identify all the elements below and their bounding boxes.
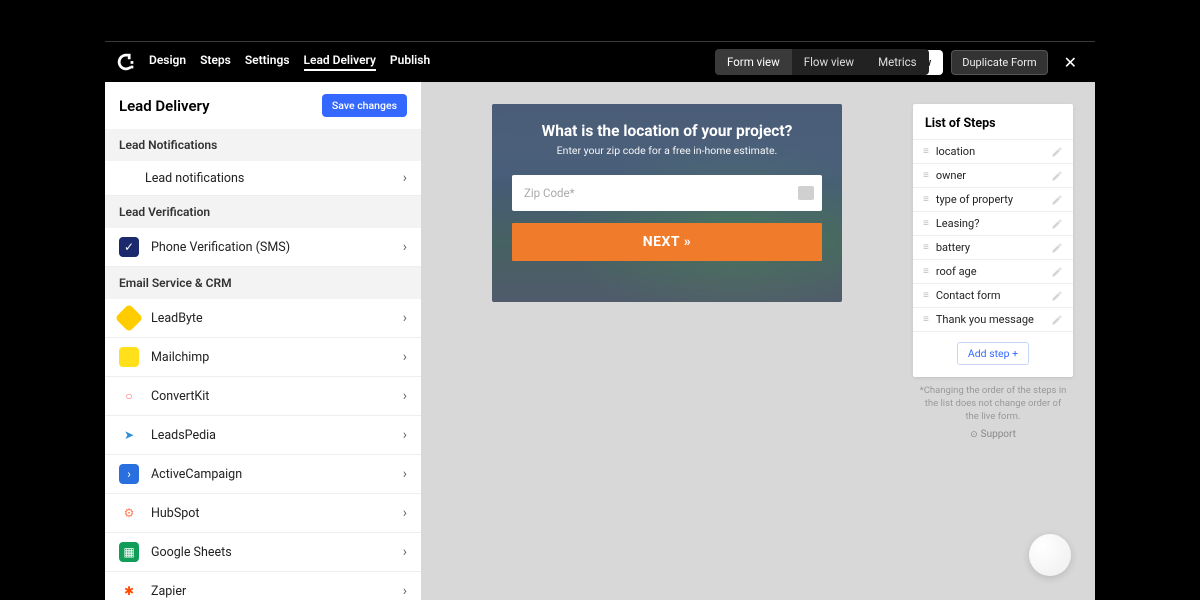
integration-zapier[interactable]: ✱Zapier›	[105, 572, 421, 600]
row-phone-verification[interactable]: ✓ Phone Verification (SMS) ›	[105, 228, 421, 267]
edit-icon[interactable]	[1051, 314, 1063, 326]
chevron-right-icon: ›	[403, 505, 407, 521]
edit-icon[interactable]	[1051, 290, 1063, 302]
chevron-right-icon: ›	[403, 583, 407, 599]
chat-bubble-icon[interactable]	[1029, 534, 1071, 576]
close-icon[interactable]: ✕	[1056, 53, 1085, 72]
chevron-right-icon: ›	[403, 349, 407, 365]
drag-handle-icon[interactable]: ≡	[923, 266, 928, 277]
activecampaign-icon: ›	[119, 464, 139, 484]
steps-note: *Changing the order of the steps in the …	[913, 377, 1073, 427]
nav-steps[interactable]: Steps	[200, 53, 231, 71]
drag-handle-icon[interactable]: ≡	[923, 146, 928, 157]
section-lead-verification: Lead Verification	[105, 196, 421, 228]
hubspot-icon: ⚙	[119, 503, 139, 523]
chevron-right-icon: ›	[403, 427, 407, 443]
steps-title: List of Steps	[913, 114, 1073, 139]
panel-title: Lead Delivery	[119, 97, 210, 115]
form-subtext: Enter your zip code for a free in-home e…	[512, 144, 822, 157]
drag-handle-icon[interactable]: ≡	[923, 290, 928, 301]
step-type-of-property[interactable]: ≡type of property	[913, 187, 1073, 211]
nav-design[interactable]: Design	[149, 53, 186, 71]
integration-convertkit[interactable]: ○ConvertKit›	[105, 377, 421, 416]
view-flow-view[interactable]: Flow view	[792, 49, 866, 75]
edit-icon[interactable]	[1051, 242, 1063, 254]
view-form-view[interactable]: Form view	[715, 49, 792, 75]
form-preview: What is the location of your project? En…	[492, 104, 842, 302]
view-switch: Form viewFlow viewMetrics	[715, 49, 929, 75]
chevron-right-icon: ›	[403, 170, 407, 186]
zapier-icon: ✱	[119, 581, 139, 600]
form-heading: What is the location of your project?	[512, 122, 822, 140]
step-battery[interactable]: ≡battery	[913, 235, 1073, 259]
edit-icon[interactable]	[1051, 218, 1063, 230]
steps-panel: List of Steps ≡location≡owner≡type of pr…	[913, 104, 1073, 377]
edit-icon[interactable]	[1051, 170, 1063, 182]
leadbyte-icon	[115, 304, 143, 332]
step-thank-you-message[interactable]: ≡Thank you message	[913, 307, 1073, 332]
drag-handle-icon[interactable]: ≡	[923, 194, 928, 205]
duplicate-form-button[interactable]: Duplicate Form	[951, 50, 1047, 75]
leadspedia-icon: ➤	[119, 425, 139, 445]
chevron-right-icon: ›	[403, 310, 407, 326]
integration-leadspedia[interactable]: ➤LeadsPedia›	[105, 416, 421, 455]
step-roof-age[interactable]: ≡roof age	[913, 259, 1073, 283]
next-button[interactable]: NEXT »	[512, 223, 822, 261]
edit-icon[interactable]	[1051, 194, 1063, 206]
step-location[interactable]: ≡location	[913, 139, 1073, 163]
chevron-right-icon: ›	[403, 544, 407, 560]
shield-icon: ✓	[119, 237, 139, 257]
integration-google-sheets[interactable]: ▦Google Sheets›	[105, 533, 421, 572]
edit-icon[interactable]	[1051, 146, 1063, 158]
app-logo-icon	[115, 51, 137, 73]
mailchimp-icon	[119, 347, 139, 367]
chevron-right-icon: ›	[403, 388, 407, 404]
drag-handle-icon[interactable]: ≡	[923, 170, 928, 181]
nav-publish[interactable]: Publish	[390, 53, 430, 71]
edit-icon[interactable]	[1051, 266, 1063, 278]
nav-lead-delivery[interactable]: Lead Delivery	[304, 53, 376, 71]
add-step-button[interactable]: Add step +	[957, 342, 1029, 365]
row-lead-notifications[interactable]: Lead notifications ›	[105, 161, 421, 196]
chevron-right-icon: ›	[403, 239, 407, 255]
integration-mailchimp[interactable]: Mailchimp›	[105, 338, 421, 377]
step-owner[interactable]: ≡owner	[913, 163, 1073, 187]
google sheets-icon: ▦	[119, 542, 139, 562]
support-link[interactable]: Support	[913, 429, 1073, 440]
nav-settings[interactable]: Settings	[245, 53, 290, 71]
chevron-right-icon: ›	[403, 466, 407, 482]
section-lead-notifications: Lead Notifications	[105, 129, 421, 161]
top-nav: DesignStepsSettingsLead DeliveryPublish …	[105, 42, 1095, 82]
drag-handle-icon[interactable]: ≡	[923, 218, 928, 229]
integration-activecampaign[interactable]: ›ActiveCampaign›	[105, 455, 421, 494]
step-contact-form[interactable]: ≡Contact form	[913, 283, 1073, 307]
section-email-crm: Email Service & CRM	[105, 267, 421, 299]
zip-code-input[interactable]	[512, 175, 822, 211]
step-leasing-[interactable]: ≡Leasing?	[913, 211, 1073, 235]
view-metrics[interactable]: Metrics	[866, 49, 929, 75]
integration-leadbyte[interactable]: LeadByte›	[105, 299, 421, 338]
drag-handle-icon[interactable]: ≡	[923, 314, 928, 325]
drag-handle-icon[interactable]: ≡	[923, 242, 928, 253]
lead-delivery-panel: Lead Delivery Save changes Lead Notifica…	[105, 82, 421, 600]
input-suffix-icon	[798, 186, 814, 200]
integration-hubspot[interactable]: ⚙HubSpot›	[105, 494, 421, 533]
convertkit-icon: ○	[119, 386, 139, 406]
save-changes-button[interactable]: Save changes	[322, 94, 407, 117]
